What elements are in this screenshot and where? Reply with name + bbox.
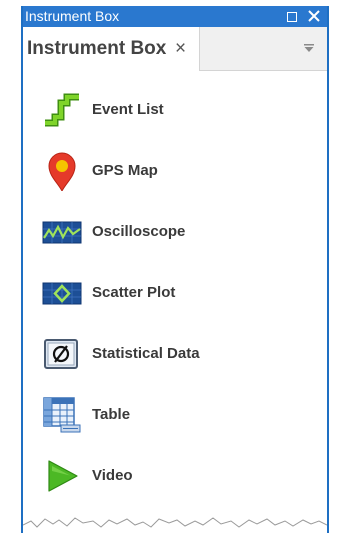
map-pin-icon <box>48 152 76 191</box>
tab-instrument-box[interactable]: Instrument Box × <box>23 27 200 71</box>
instrument-label: GPS Map <box>92 162 158 179</box>
oscilloscope-icon <box>42 221 82 244</box>
event-list-icon <box>45 93 79 127</box>
instrument-item-table[interactable]: Table <box>41 395 301 435</box>
tab-label: Instrument Box <box>27 38 167 59</box>
instrument-item-gps-map[interactable]: GPS Map <box>41 151 301 191</box>
scatter-plot-icon <box>42 282 82 305</box>
close-icon <box>308 10 320 22</box>
window-titlebar[interactable]: Instrument Box <box>23 6 327 27</box>
play-icon <box>48 460 78 492</box>
instrument-item-oscilloscope[interactable]: Oscilloscope <box>41 212 301 252</box>
window-title: Instrument Box <box>25 8 120 24</box>
instrument-item-video[interactable]: Video <box>41 456 301 496</box>
dropdown-arrow-icon[interactable] <box>303 43 315 53</box>
table-icon <box>43 397 81 433</box>
instrument-label: Video <box>92 467 133 484</box>
instrument-label: Event List <box>92 101 164 118</box>
instrument-label: Table <box>92 406 131 423</box>
statistical-data-icon <box>44 339 78 369</box>
tab-strip: Instrument Box × <box>23 27 327 71</box>
instrument-list: Event List GPS Map Oscilloscope Scatter … <box>23 71 327 533</box>
instrument-item-statistical-data[interactable]: Statistical Data <box>41 334 301 374</box>
instrument-label: Statistical Data <box>92 345 200 362</box>
torn-edge <box>23 517 327 533</box>
maximize-button[interactable] <box>282 6 302 27</box>
maximize-icon <box>287 12 297 22</box>
instrument-label: Oscilloscope <box>92 223 186 240</box>
instrument-box-panel: Instrument Box Instrument Box × Event Li… <box>21 6 329 533</box>
instrument-item-event-list[interactable]: Event List <box>41 90 301 130</box>
instrument-label: Scatter Plot <box>92 284 176 301</box>
instrument-item-scatter-plot[interactable]: Scatter Plot <box>41 273 301 313</box>
close-button[interactable] <box>304 6 324 27</box>
tab-close-button[interactable]: × <box>175 38 186 60</box>
